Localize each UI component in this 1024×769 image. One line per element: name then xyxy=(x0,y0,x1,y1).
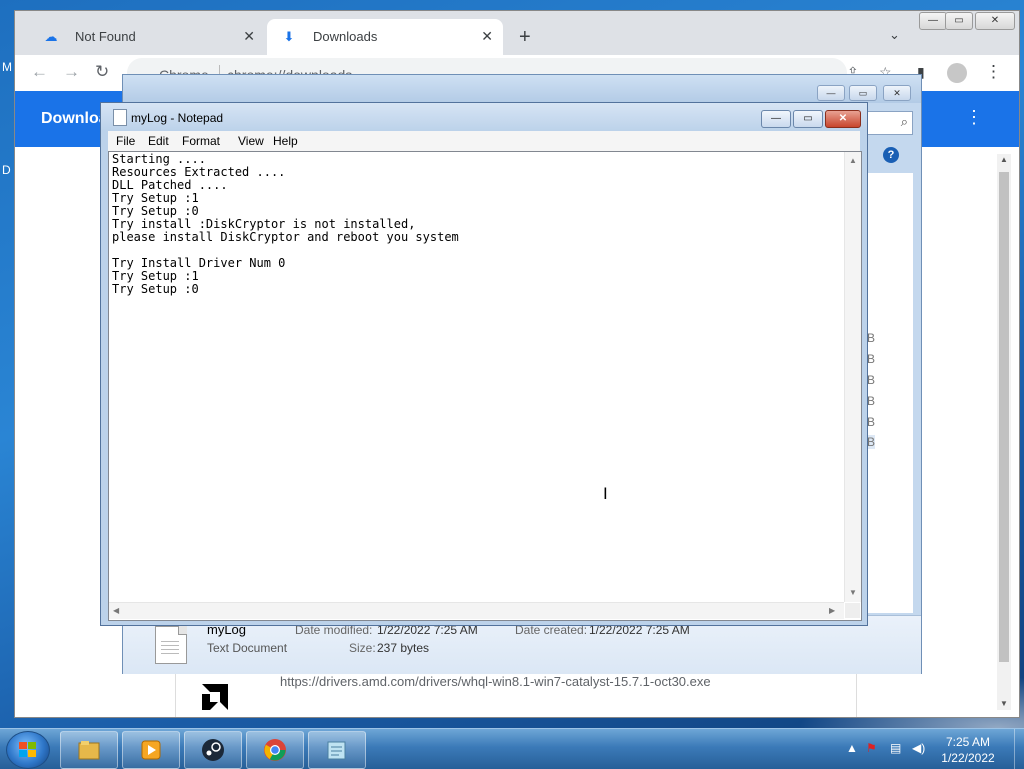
tab-close-icon[interactable]: ✕ xyxy=(481,28,493,45)
detail-file-type: Text Document xyxy=(207,641,288,655)
reload-icon[interactable]: ↻ xyxy=(95,63,109,81)
maximize-button[interactable]: ▭ xyxy=(793,110,823,128)
menu-file[interactable]: File xyxy=(116,134,135,148)
windows-explorer-icon xyxy=(78,741,100,760)
help-icon[interactable]: ? xyxy=(883,147,899,163)
chrome-window-controls: — ▭ ✕ xyxy=(919,11,1019,31)
steam-icon xyxy=(202,739,224,761)
cloud-upload-icon: ☁ xyxy=(44,29,58,44)
minimize-button[interactable]: — xyxy=(817,85,845,101)
notepad-window: myLog - Notepad — ▭ ✕ File Edit Format V… xyxy=(100,102,868,626)
document-text[interactable]: Starting .... Resources Extracted .... D… xyxy=(112,153,459,296)
vertical-scrollbar[interactable]: ▲ ▼ xyxy=(844,152,861,602)
taskbar-notepad[interactable] xyxy=(308,731,366,769)
download-icon: ⬇ xyxy=(283,29,295,44)
file-size-fragment: B xyxy=(867,415,876,429)
back-icon[interactable]: ← xyxy=(31,63,48,81)
notepad-icon xyxy=(327,741,346,760)
file-size-fragment: B xyxy=(867,331,876,345)
windows-logo-icon xyxy=(19,742,36,757)
scroll-right-arrow-icon[interactable]: ▶ xyxy=(829,606,835,615)
more-actions-icon[interactable]: ⋮ xyxy=(965,107,983,128)
menu-format[interactable]: Format xyxy=(182,134,220,148)
detail-size: 237 bytes xyxy=(377,641,430,655)
download-url-link[interactable]: https://drivers.amd.com/drivers/whql-win… xyxy=(280,674,711,689)
scroll-down-arrow-icon[interactable]: ▼ xyxy=(849,588,857,597)
text-file-icon xyxy=(155,626,187,664)
desktop-icon-label[interactable]: M xyxy=(2,60,12,74)
menu-bar: File Edit Format View Help xyxy=(108,131,860,151)
taskbar: ▲ ⚑ ▤ ◀) 7:25 AM 1/22/2022 xyxy=(0,728,1024,769)
page-scrollbar[interactable]: ▲ ▼ xyxy=(997,154,1011,710)
close-button[interactable]: ✕ xyxy=(975,12,1015,30)
taskbar-explorer[interactable] xyxy=(60,731,118,769)
show-hidden-icons-icon[interactable]: ▲ xyxy=(846,741,858,755)
close-button[interactable]: ✕ xyxy=(825,110,861,128)
desktop-icon-label[interactable]: D xyxy=(2,163,11,177)
media-player-icon xyxy=(141,740,161,760)
scroll-up-arrow-icon[interactable]: ▲ xyxy=(997,154,1011,166)
window-title: myLog - Notepad xyxy=(131,111,224,125)
tab-label: Not Found xyxy=(75,29,136,44)
file-size-fragment: B xyxy=(867,373,876,387)
tab-search-icon[interactable]: ⌄ xyxy=(889,27,900,43)
minimize-button[interactable]: — xyxy=(761,110,791,128)
network-icon[interactable]: ▤ xyxy=(890,741,901,755)
taskbar-media-player[interactable] xyxy=(122,731,180,769)
taskbar-chrome[interactable] xyxy=(246,731,304,769)
close-button[interactable]: ✕ xyxy=(883,85,911,101)
file-size-fragment: B xyxy=(867,435,876,449)
explorer-titlebar: — ▭ ✕ xyxy=(123,75,921,103)
download-item-card: https://drivers.amd.com/drivers/whql-win… xyxy=(175,667,857,717)
file-size-fragment: B xyxy=(867,394,876,408)
chrome-menu-icon[interactable]: ⋮ xyxy=(985,63,1002,81)
scroll-left-arrow-icon[interactable]: ◀ xyxy=(113,606,119,615)
resize-grip-icon[interactable] xyxy=(845,603,860,618)
clock-time: 7:25 AM xyxy=(945,735,991,749)
forward-icon[interactable]: → xyxy=(63,63,80,81)
detail-size-label: Size: xyxy=(349,641,376,655)
scroll-down-arrow-icon[interactable]: ▼ xyxy=(997,698,1011,710)
tab-label: Downloads xyxy=(313,29,378,44)
clock-date: 1/22/2022 xyxy=(941,751,995,765)
tab-downloads[interactable]: ⬇ Downloads ✕ xyxy=(267,19,503,55)
maximize-button[interactable]: ▭ xyxy=(945,12,973,30)
file-size-fragment: B xyxy=(867,352,876,366)
action-center-icon[interactable]: ⚑ xyxy=(866,741,877,755)
maximize-button[interactable]: ▭ xyxy=(849,85,877,101)
text-cursor-icon: I xyxy=(603,484,608,503)
system-clock[interactable]: 7:25 AM 1/22/2022 xyxy=(928,734,1008,766)
scrollbar-thumb[interactable] xyxy=(999,172,1009,662)
tab-close-icon[interactable]: ✕ xyxy=(243,28,255,45)
minimize-button[interactable]: — xyxy=(919,12,947,30)
volume-icon[interactable]: ◀) xyxy=(912,741,925,755)
tab-strip: ☁ Not Found ✕ ⬇ Downloads ✕ + ⌄ — ▭ ✕ xyxy=(15,11,1019,55)
tab-not-found[interactable]: ☁ Not Found ✕ xyxy=(29,19,265,55)
search-icon: ⌕ xyxy=(900,114,908,129)
chrome-icon xyxy=(264,739,286,761)
taskbar-steam[interactable] xyxy=(184,731,242,769)
menu-edit[interactable]: Edit xyxy=(148,134,169,148)
horizontal-scrollbar[interactable]: ◀ ▶ xyxy=(109,602,844,619)
scroll-up-arrow-icon[interactable]: ▲ xyxy=(849,156,857,165)
notepad-titlebar[interactable]: myLog - Notepad — ▭ ✕ xyxy=(101,103,867,131)
profile-avatar[interactable] xyxy=(947,63,967,83)
text-editor-area[interactable]: Starting .... Resources Extracted .... D… xyxy=(108,151,862,621)
notepad-app-icon xyxy=(113,109,127,126)
show-desktop-button[interactable] xyxy=(1014,729,1024,769)
menu-help[interactable]: Help xyxy=(273,134,298,148)
menu-view[interactable]: View xyxy=(238,134,264,148)
amd-logo-icon xyxy=(202,684,228,710)
start-button[interactable] xyxy=(6,731,50,769)
new-tab-button[interactable]: + xyxy=(519,27,531,47)
